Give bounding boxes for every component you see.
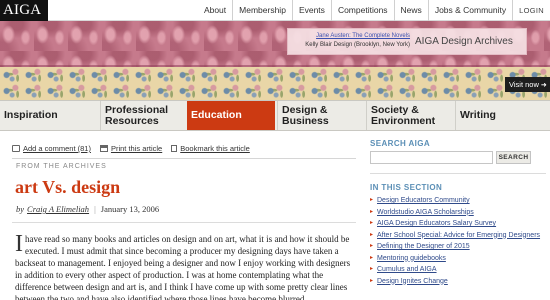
- print-article-label: Print this article: [110, 144, 163, 153]
- article-byline: by Craig A Elimeliah | January 13, 2006: [16, 204, 159, 214]
- nav-society-environment-label: Society & Environment: [371, 103, 436, 127]
- banner-caption-credit: Kelly Blair Design (Brooklyn, New York): [305, 42, 410, 48]
- section-link[interactable]: AIGA Design Educators Salary Survey: [377, 219, 496, 229]
- top-bar: AIGA About Membership Events Competition…: [0, 0, 550, 21]
- top-nav-about[interactable]: About: [198, 0, 232, 21]
- arrow-right-icon: ▸: [370, 243, 374, 249]
- arrow-right-icon: ▸: [370, 254, 374, 261]
- nav-inspiration[interactable]: Inspiration: [0, 101, 90, 130]
- article-title: art Vs. design: [15, 177, 121, 197]
- arrow-right-icon: ▸: [370, 197, 374, 203]
- top-nav-news[interactable]: News: [393, 0, 428, 21]
- add-comment-label: Add a comment (81): [23, 144, 91, 153]
- arrow-right-icon: ▸: [370, 220, 374, 226]
- section-link[interactable]: Design Ignites Change: [377, 277, 448, 287]
- visit-now-label: Visit now: [509, 80, 539, 89]
- design-archives-label[interactable]: AIGA Design Archives: [415, 29, 513, 54]
- search-heading: SEARCH AIGA: [370, 139, 431, 148]
- list-item[interactable]: ▸ Defining the Designer of 2015: [370, 241, 548, 253]
- author-link[interactable]: Craig A Elimeliah: [27, 204, 89, 214]
- list-item[interactable]: ▸ Cumulus and AIGA: [370, 264, 548, 276]
- top-nav-jobs-community[interactable]: Jobs & Community: [427, 0, 512, 21]
- nav-writing-label: Writing: [460, 109, 496, 121]
- sidebar: SEARCH AIGA SEARCH IN THIS SECTION ▸ Desi…: [366, 131, 550, 300]
- section-link[interactable]: Mentoring guidebooks: [377, 254, 446, 264]
- nav-society-environment[interactable]: Society & Environment: [366, 101, 452, 130]
- section-link[interactable]: After School Special: Advice for Emergin…: [377, 231, 540, 241]
- nav-professional-resources-label: Professional Resources: [105, 103, 169, 127]
- divider: [12, 222, 356, 223]
- section-links: ▸ Design Educators Community ▸ Worldstudio…: [370, 195, 548, 287]
- arrow-right-icon: ▸: [370, 266, 374, 272]
- section-link[interactable]: Cumulus and AIGA: [377, 265, 437, 275]
- banner-caption: Jane Austen: The Complete Novels Kelly B…: [292, 32, 410, 50]
- top-nav-membership[interactable]: Membership: [232, 0, 292, 21]
- archive-banner[interactable]: Jane Austen: The Complete Novels Kelly B…: [0, 21, 550, 100]
- nav-education-label: Education: [191, 109, 242, 121]
- byline-by: by: [16, 204, 25, 214]
- arrow-right-icon: ➜: [540, 82, 547, 89]
- section-link[interactable]: Design Educators Community: [377, 196, 470, 206]
- arrow-right-icon: ▸: [370, 231, 374, 238]
- arrow-right-icon: ▸: [370, 277, 374, 284]
- article-tools: Add a comment (81) Print this article Bo…: [12, 143, 259, 154]
- article-text: have read so many books and articles on …: [15, 234, 351, 300]
- top-nav-competitions[interactable]: Competitions: [330, 0, 394, 21]
- arrow-right-icon: ▸: [370, 208, 374, 215]
- drop-cap: I: [15, 233, 23, 257]
- nav-design-business-label: Design & Business: [282, 103, 329, 127]
- article-date: January 13, 2006: [100, 204, 160, 214]
- section-link[interactable]: Defining the Designer of 2015: [377, 242, 470, 252]
- top-nav: About Membership Events Competitions New…: [198, 0, 550, 21]
- list-item[interactable]: ▸ AIGA Design Educators Salary Survey: [370, 218, 548, 230]
- divider: [12, 158, 356, 159]
- nav-design-business[interactable]: Design & Business: [277, 101, 363, 130]
- nav-professional-resources[interactable]: Professional Resources: [100, 101, 186, 130]
- nav-writing[interactable]: Writing: [455, 101, 550, 130]
- design-archives-box[interactable]: Jane Austen: The Complete Novels Kelly B…: [287, 28, 527, 55]
- aiga-logo[interactable]: AIGA: [0, 0, 48, 21]
- print-icon: [99, 145, 108, 152]
- banner-caption-link[interactable]: Jane Austen: The Complete Novels: [292, 32, 410, 41]
- comment-icon: [12, 145, 20, 152]
- section-kicker: FROM THE ARCHIVES: [16, 163, 107, 170]
- list-item[interactable]: ▸ After School Special: Advice for Emergi…: [370, 230, 548, 242]
- article-body: I have read so many books and articles o…: [15, 233, 358, 300]
- in-this-section-heading: IN THIS SECTION: [370, 183, 443, 192]
- nav-education[interactable]: Education: [187, 101, 275, 130]
- bookmark-icon: [171, 145, 178, 152]
- bookmark-article-link[interactable]: Bookmark this article: [171, 144, 250, 153]
- section-link[interactable]: Worldstudio AIGA Scholarships: [377, 208, 474, 218]
- search-input[interactable]: [370, 151, 493, 164]
- top-nav-events[interactable]: Events: [291, 0, 331, 21]
- login-link[interactable]: LOGIN: [512, 0, 550, 21]
- nav-inspiration-label: Inspiration: [4, 109, 58, 121]
- visit-now-button[interactable]: Visit now ➜: [505, 77, 550, 92]
- add-comment-link[interactable]: Add a comment (81): [12, 144, 91, 153]
- list-item[interactable]: ▸ Design Educators Community: [370, 195, 548, 207]
- print-article-link[interactable]: Print this article: [99, 144, 163, 153]
- byline-separator: |: [94, 204, 96, 214]
- banner-floral-pattern: [0, 67, 550, 100]
- bookmark-article-label: Bookmark this article: [180, 144, 250, 153]
- list-item[interactable]: ▸ Worldstudio AIGA Scholarships: [370, 207, 548, 219]
- search-button[interactable]: SEARCH: [496, 151, 531, 164]
- divider: [370, 173, 546, 174]
- list-item[interactable]: ▸ Mentoring guidebooks: [370, 253, 548, 265]
- list-item[interactable]: ▸ Design Ignites Change: [370, 276, 548, 288]
- main-nav: Inspiration Professional Resources Educa…: [0, 100, 550, 131]
